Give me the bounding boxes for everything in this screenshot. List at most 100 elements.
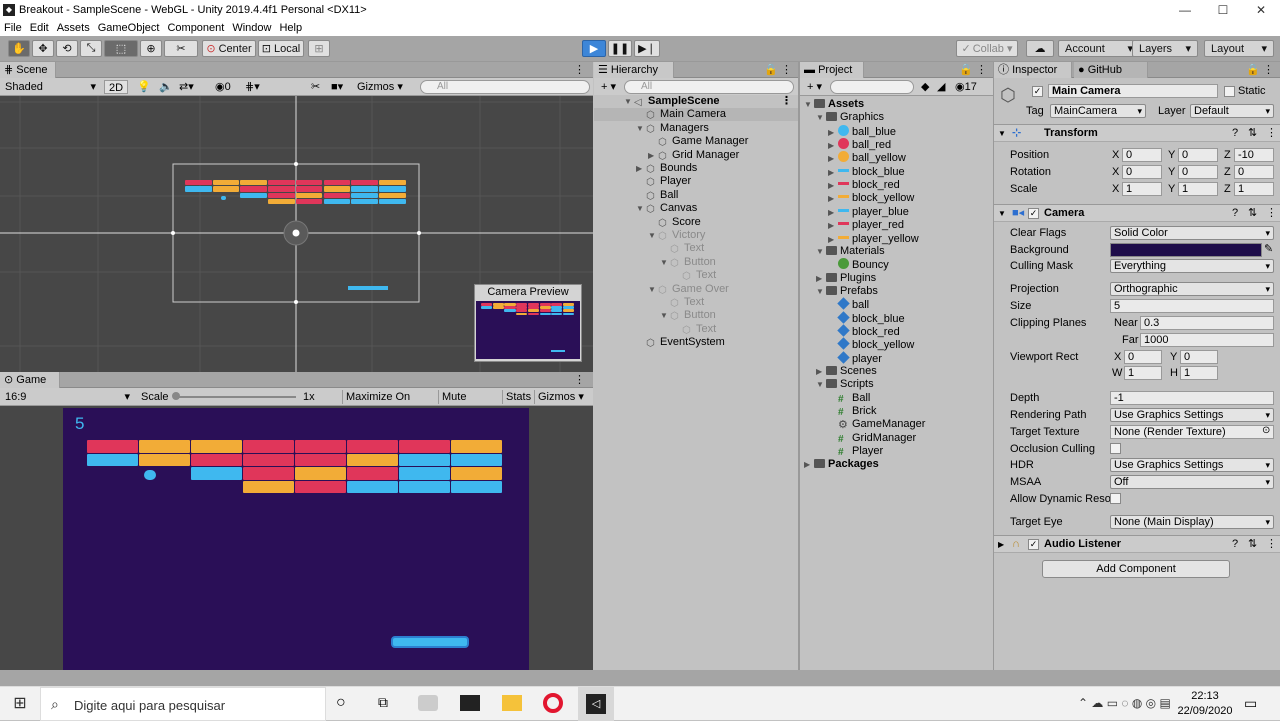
audio-listener-header[interactable]: ▶ ∩ ✓ Audio Listener ? ⇅ ⋮: [994, 535, 1280, 553]
play-button[interactable]: ▶: [582, 40, 606, 57]
expand-arrow-icon[interactable]: ▼: [636, 202, 646, 215]
expand-arrow-icon[interactable]: ▼: [624, 95, 634, 108]
expand-arrow-icon[interactable]: ▶: [828, 192, 838, 205]
expand-arrow-icon[interactable]: ▶: [804, 458, 814, 471]
menu-window[interactable]: Window: [228, 22, 275, 34]
axis-z-field[interactable]: 1: [1234, 182, 1274, 196]
scale-slider-handle[interactable]: [172, 392, 180, 400]
axis-y-field[interactable]: 0: [1178, 148, 1218, 162]
expand-arrow-icon[interactable]: ▶: [828, 206, 838, 219]
lock-icon[interactable]: 🔒: [764, 63, 778, 76]
hierarchy-item[interactable]: ⬡ Text: [594, 323, 798, 336]
expand-arrow-icon[interactable]: ▼: [804, 98, 814, 111]
viewport-h-field[interactable]: 1: [1180, 366, 1218, 380]
projection-dropdown[interactable]: Orthographic: [1110, 282, 1274, 296]
grid-icon[interactable]: ⋕▾: [242, 80, 270, 94]
help-icon[interactable]: ?: [1232, 205, 1238, 222]
layer-dropdown[interactable]: Default: [1190, 104, 1274, 118]
expand-arrow-icon[interactable]: ▶: [648, 149, 658, 162]
filter-label-icon[interactable]: ◢: [934, 80, 948, 94]
scene-view[interactable]: Camera Preview: [0, 96, 593, 372]
hierarchy-item[interactable]: ⬡ Text: [594, 269, 798, 282]
project-item[interactable]: ▼ Prefabs: [800, 285, 878, 298]
scale-tool-icon[interactable]: ⤡: [80, 40, 102, 57]
axis-x-field[interactable]: 1: [1122, 182, 1162, 196]
project-item[interactable]: # Brick: [800, 405, 876, 418]
panel-menu-icon[interactable]: ⋮: [574, 373, 585, 386]
expand-arrow-icon[interactable]: ▼: [648, 229, 658, 242]
tab-project[interactable]: ▬ Project: [800, 62, 864, 78]
terminal-icon[interactable]: [460, 695, 480, 711]
expand-arrow-icon[interactable]: ▶: [816, 365, 826, 378]
project-item[interactable]: ⚙ GameManager: [800, 418, 925, 431]
hidden-objects-toggle[interactable]: ◉0: [212, 80, 238, 94]
effects-icon[interactable]: ⇄▾: [176, 80, 196, 94]
panel-menu-icon[interactable]: ⋮: [976, 63, 987, 76]
expand-arrow-icon[interactable]: ▼: [816, 285, 826, 298]
cortana-icon[interactable]: ○: [336, 694, 346, 712]
project-item[interactable]: ▼ Materials: [800, 245, 885, 258]
cloud-icon[interactable]: ☁: [1026, 40, 1054, 57]
preset-icon[interactable]: ⇅: [1248, 536, 1257, 553]
shading-mode-dropdown[interactable]: Shaded ▾: [2, 80, 98, 94]
expand-arrow-icon[interactable]: ▶: [828, 139, 838, 152]
project-item[interactable]: ▶ player_red: [800, 218, 904, 231]
axis-y-field[interactable]: 0: [1178, 165, 1218, 179]
menu-help[interactable]: Help: [275, 22, 306, 34]
hierarchy-item[interactable]: ▶ ⬡ Bounds: [594, 162, 798, 175]
tray-icons[interactable]: ⌃ ☁ ▭ ◌ ◍ ◎ ▤: [1078, 696, 1171, 710]
tab-github[interactable]: ● GitHub: [1074, 62, 1148, 78]
viewport-x-field[interactable]: 0: [1124, 350, 1162, 364]
preset-icon[interactable]: ⇅: [1248, 125, 1257, 142]
account-dropdown[interactable]: Account ▾: [1058, 40, 1140, 57]
tab-hierarchy[interactable]: ☰ Hierarchy: [594, 62, 674, 78]
menu-gameobject[interactable]: GameObject: [94, 22, 164, 34]
culling-mask-dropdown[interactable]: Everything: [1110, 259, 1274, 273]
game-view[interactable]: 5: [0, 406, 593, 670]
panel-menu-icon[interactable]: ⋮: [1263, 63, 1274, 76]
stats-toggle[interactable]: Stats: [502, 390, 532, 404]
project-item[interactable]: # GridManager: [800, 432, 916, 445]
project-item[interactable]: ▶ block_blue: [800, 164, 905, 178]
menu-assets[interactable]: Assets: [53, 22, 94, 34]
depth-field[interactable]: -1: [1110, 391, 1274, 405]
size-field[interactable]: 5: [1110, 299, 1274, 313]
pivot-center-button[interactable]: ⊙ Center: [202, 40, 256, 57]
expand-arrow-icon[interactable]: ▼: [816, 111, 826, 124]
expand-arrow-icon[interactable]: ▶: [816, 272, 826, 285]
component-menu-icon[interactable]: ⋮: [1266, 536, 1277, 553]
eyedropper-icon[interactable]: ✎: [1264, 242, 1273, 255]
project-item[interactable]: ▼ Assets: [800, 98, 864, 111]
hierarchy-item[interactable]: ⬡ Game Manager: [594, 135, 798, 148]
filter-type-icon[interactable]: ◆: [918, 80, 932, 94]
clear-flags-dropdown[interactable]: Solid Color: [1110, 226, 1274, 240]
occlusion-culling-checkbox[interactable]: [1110, 443, 1121, 454]
axis-x-field[interactable]: 0: [1122, 165, 1162, 179]
create-dropdown[interactable]: + ▾: [804, 80, 826, 94]
audio-icon[interactable]: 🔈: [156, 80, 173, 94]
lock-icon[interactable]: 🔒: [1246, 63, 1260, 76]
transform-tool-icon[interactable]: ⊕: [140, 40, 162, 57]
rotate-tool-icon[interactable]: ⟲: [56, 40, 78, 57]
axis-z-field[interactable]: -10: [1234, 148, 1274, 162]
hierarchy-item[interactable]: ⬡ Text: [594, 296, 798, 309]
axis-z-field[interactable]: 0: [1234, 165, 1274, 179]
menu-edit[interactable]: Edit: [26, 22, 53, 34]
project-item[interactable]: block_red: [800, 324, 900, 338]
scale-slider[interactable]: [176, 396, 296, 398]
expand-arrow-icon[interactable]: ▶: [828, 219, 838, 232]
active-checkbox[interactable]: ✓: [1032, 86, 1043, 97]
windows-start-icon[interactable]: ⊞: [0, 687, 40, 721]
static-checkbox[interactable]: [1224, 86, 1235, 97]
project-item[interactable]: ▶ ball_yellow: [800, 151, 906, 164]
tab-scene[interactable]: ⋕ Scene: [0, 62, 56, 78]
layout-dropdown[interactable]: Layout ▾: [1204, 40, 1274, 57]
project-item[interactable]: ▶ Plugins: [800, 272, 876, 285]
game-screen[interactable]: 5: [63, 408, 529, 670]
project-item[interactable]: # Ball: [800, 392, 870, 405]
hierarchy-item[interactable]: ▼ ⬡ Button: [594, 256, 798, 269]
msaa-dropdown[interactable]: Off: [1110, 475, 1274, 489]
hand-tool-icon[interactable]: ✋: [8, 40, 30, 57]
camera-enabled-checkbox[interactable]: ✓: [1028, 208, 1039, 219]
hidden-packages-count[interactable]: ◉17: [952, 80, 992, 94]
